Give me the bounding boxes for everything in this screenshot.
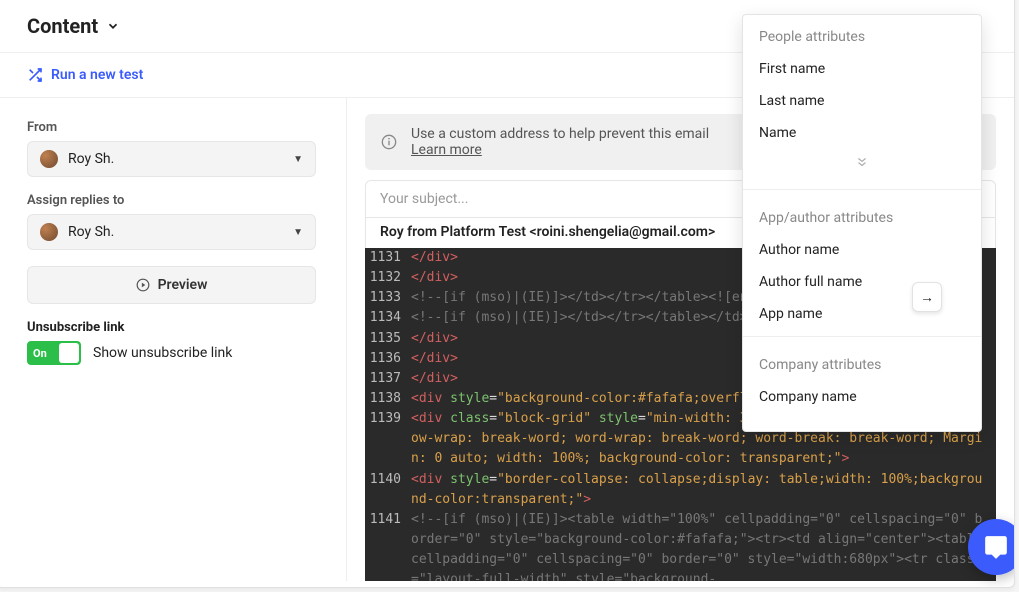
toggle-state-label: On: [33, 347, 47, 360]
expand-icon[interactable]: [743, 149, 981, 183]
learn-more-link[interactable]: Learn more: [411, 142, 482, 158]
code-content[interactable]: <!--[if (mso)|(IE)]><table width="100%" …: [411, 510, 996, 581]
separator: [743, 189, 981, 190]
line-number: 1136: [365, 349, 411, 369]
preview-label: Preview: [158, 277, 208, 293]
preview-button[interactable]: Preview: [27, 266, 316, 304]
dropdown-section-header: People attributes: [743, 15, 981, 53]
line-number: 1134: [365, 308, 411, 328]
line-number: 1137: [365, 369, 411, 389]
next-arrow-button[interactable]: →: [912, 282, 942, 312]
unsubscribe-text: Show unsubscribe link: [93, 345, 232, 361]
dropdown-item[interactable]: App name: [743, 298, 981, 330]
assign-label: Assign replies to: [27, 193, 316, 208]
avatar: [40, 150, 58, 168]
chevron-down-icon[interactable]: [106, 19, 120, 33]
info-icon: [381, 134, 397, 150]
chat-fab[interactable]: [968, 519, 1015, 575]
from-field-group: From Roy Sh. ▼: [27, 120, 316, 177]
email-content-panel: Content Run a new test From Roy Sh. ▼: [0, 0, 1015, 588]
avatar: [40, 223, 58, 241]
dropdown-item[interactable]: Author name: [743, 234, 981, 266]
chevron-down-icon: ▼: [293, 154, 303, 165]
line-number: 1138: [365, 389, 411, 409]
assign-select[interactable]: Roy Sh. ▼: [27, 214, 316, 250]
line-number: 1133: [365, 288, 411, 308]
line-number: 1141: [365, 510, 411, 581]
from-select[interactable]: Roy Sh. ▼: [27, 141, 316, 177]
attributes-dropdown: People attributesFirst nameLast nameName…: [742, 14, 982, 432]
from-value: Roy Sh.: [68, 151, 114, 167]
code-line[interactable]: 1140<div style="border-collapse: collaps…: [365, 470, 996, 510]
dropdown-item[interactable]: Author full name: [743, 266, 981, 298]
dropdown-section-header: Company attributes: [743, 343, 981, 381]
dropdown-item[interactable]: Last name: [743, 85, 981, 117]
play-icon: [136, 278, 150, 292]
line-number: 1139: [365, 409, 411, 469]
chat-icon: [983, 534, 1009, 560]
page-title: Content: [27, 14, 98, 38]
chevron-down-icon: ▼: [293, 227, 303, 238]
unsubscribe-header: Unsubscribe link: [27, 320, 316, 335]
separator: [743, 336, 981, 337]
dropdown-scroll[interactable]: People attributesFirst nameLast nameName…: [743, 15, 981, 431]
arrow-right-icon: →: [920, 289, 934, 306]
dropdown-item[interactable]: Name: [743, 117, 981, 149]
line-number: 1132: [365, 268, 411, 288]
line-number: 1135: [365, 329, 411, 349]
unsubscribe-group: Unsubscribe link On Show unsubscribe lin…: [27, 320, 316, 365]
assign-field-group: Assign replies to Roy Sh. ▼: [27, 193, 316, 250]
shuffle-icon: [27, 67, 43, 83]
unsubscribe-toggle[interactable]: On: [27, 341, 81, 365]
run-test-label: Run a new test: [51, 67, 143, 83]
from-label: From: [27, 120, 316, 135]
line-number: 1131: [365, 248, 411, 268]
assign-value: Roy Sh.: [68, 224, 114, 240]
dropdown-item[interactable]: Company name: [743, 381, 981, 413]
sidebar: From Roy Sh. ▼ Assign replies to Roy Sh.: [0, 98, 347, 581]
code-content[interactable]: <div style="border-collapse: collapse;di…: [411, 470, 996, 510]
dropdown-section-header: App/author attributes: [743, 196, 981, 234]
dropdown-item[interactable]: First name: [743, 53, 981, 85]
subject-placeholder: Your subject...: [380, 191, 468, 207]
code-line[interactable]: 1141<!--[if (mso)|(IE)]><table width="10…: [365, 510, 996, 581]
toggle-knob: [59, 343, 79, 363]
line-number: 1140: [365, 470, 411, 510]
info-text: Use a custom address to help prevent thi…: [411, 126, 709, 142]
